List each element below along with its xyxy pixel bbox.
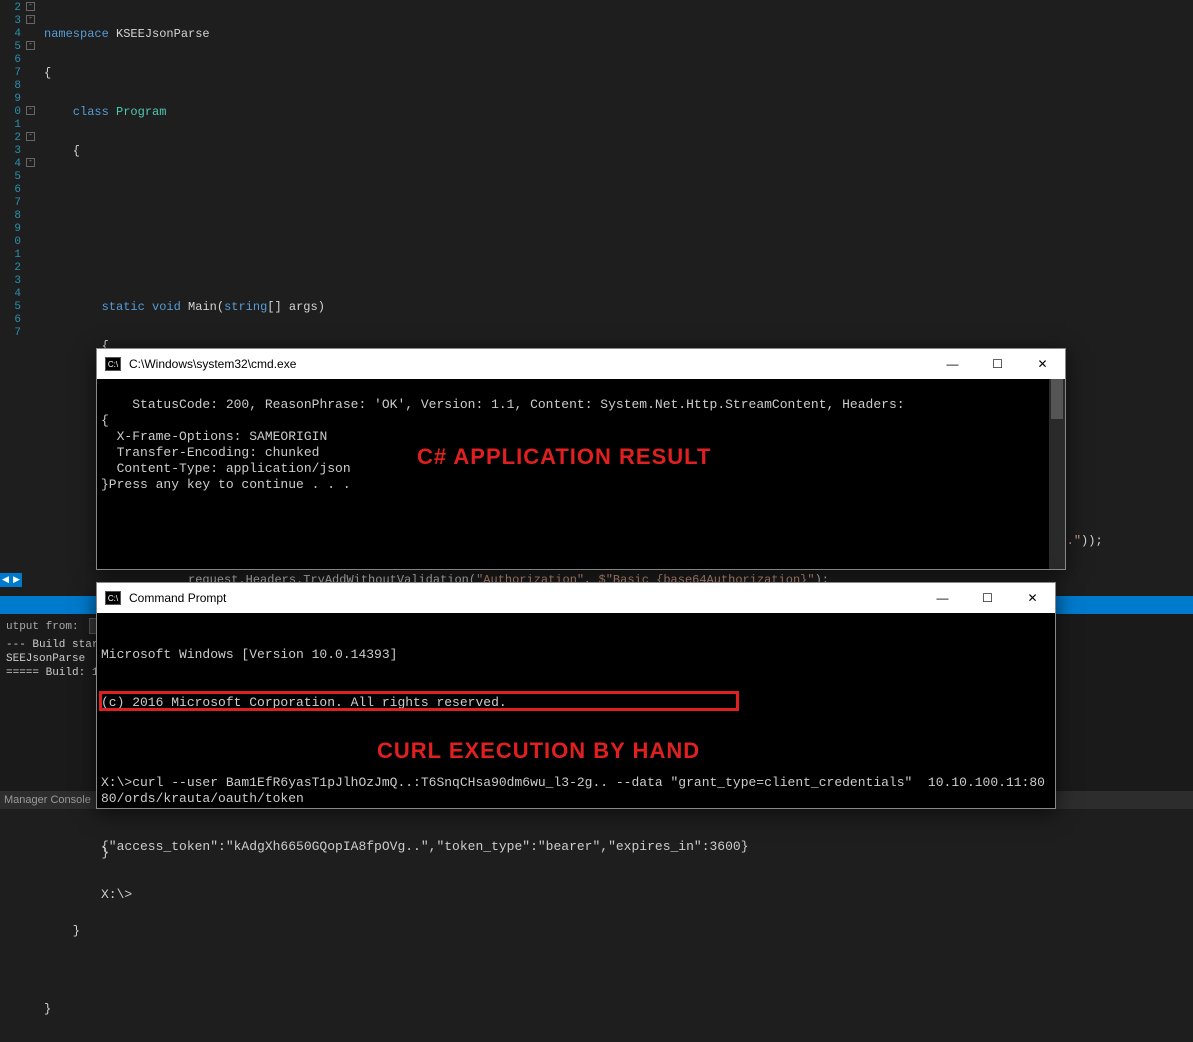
scrollbar-thumb[interactable] [1051,379,1063,419]
fold-marker[interactable]: - [26,158,35,167]
fold-column[interactable]: - - - - - - [25,0,38,400]
scrollbar[interactable] [1049,379,1065,569]
minimize-button[interactable]: — [920,583,965,613]
code-content[interactable]: namespace KSEEJsonParse { class Program … [38,0,1193,400]
annotation-curl-hand: CURL EXECUTION BY HAND [377,743,700,759]
cmd-title-text: Command Prompt [129,591,920,605]
cmd-output[interactable]: Microsoft Windows [Version 10.0.14393] (… [97,613,1055,808]
fold-marker[interactable]: - [26,41,35,50]
cmd-titlebar[interactable]: C:\ Command Prompt — ☐ ✕ [97,583,1055,613]
annotation-csharp-result: C# APPLICATION RESULT [417,449,711,465]
close-button[interactable]: ✕ [1010,583,1055,613]
fold-marker[interactable]: - [26,15,35,24]
cmd-icon: C:\ [105,591,121,605]
line-number-gutter: 23456789012345678901234567 [0,0,25,400]
maximize-button[interactable]: ☐ [975,349,1020,379]
minimize-button[interactable]: — [930,349,975,379]
cmd-output[interactable]: StatusCode: 200, ReasonPhrase: 'OK', Ver… [97,379,1065,569]
cmd-window-result[interactable]: C:\ C:\Windows\system32\cmd.exe — ☐ ✕ St… [96,348,1066,570]
close-button[interactable]: ✕ [1020,349,1065,379]
cmd-icon: C:\ [105,357,121,371]
annotation-highlight-box [99,691,739,711]
cmd-title-text: C:\Windows\system32\cmd.exe [129,357,930,371]
fold-marker[interactable]: - [26,2,35,11]
editor-splitter-arrows[interactable]: ◀▶ [0,573,22,587]
output-from-label: utput from: [6,621,79,633]
maximize-button[interactable]: ☐ [965,583,1010,613]
fold-marker[interactable]: - [26,106,35,115]
code-editor[interactable]: 23456789012345678901234567 - - - - - - n… [0,0,1193,400]
cmd-titlebar[interactable]: C:\ C:\Windows\system32\cmd.exe — ☐ ✕ [97,349,1065,379]
cmd-window-curl[interactable]: C:\ Command Prompt — ☐ ✕ Microsoft Windo… [96,582,1056,809]
fold-marker[interactable]: - [26,132,35,141]
